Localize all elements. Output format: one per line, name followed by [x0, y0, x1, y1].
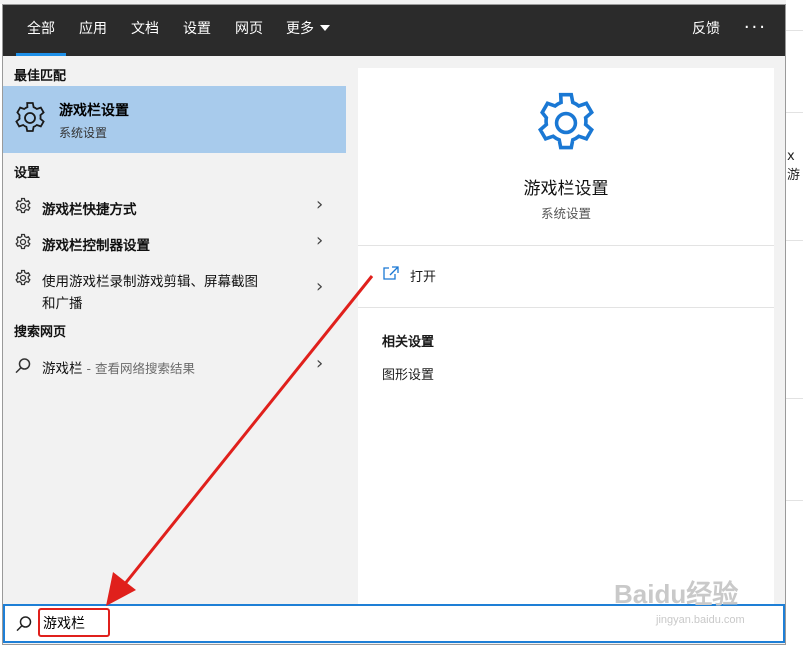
chevron-right-icon[interactable]: › — [316, 230, 323, 251]
tab-documents[interactable]: 文档 — [125, 5, 165, 56]
chevron-down-icon — [320, 25, 330, 31]
gear-icon — [14, 197, 32, 219]
tab-settings[interactable]: 设置 — [177, 5, 217, 56]
start-search-panel: 全部 应用 文档 设置 网页 更多 反馈 ··· 最佳匹配 游戏栏设置 系统设置… — [2, 4, 786, 645]
background-window — [786, 0, 803, 649]
feedback-button[interactable]: 反馈 — [686, 5, 726, 56]
gear-icon — [12, 100, 48, 140]
open-external-icon — [382, 266, 400, 285]
tab-more-label: 更多 — [286, 21, 314, 37]
chevron-right-icon[interactable]: › — [316, 353, 323, 374]
best-match-subtitle: 系统设置 — [59, 126, 108, 140]
settings-item-shortcuts[interactable]: 游戏栏快捷方式 › — [3, 194, 346, 224]
settings-item-controller[interactable]: 游戏栏控制器设置 › — [3, 230, 346, 260]
settings-heading: 设置 — [14, 166, 41, 181]
chevron-right-icon[interactable]: › — [316, 194, 323, 215]
tab-more[interactable]: 更多 — [283, 5, 333, 56]
gear-icon — [532, 89, 600, 161]
web-search-suffix: - 查看网络搜索结果 — [82, 361, 195, 376]
detail-subtitle: 系统设置 — [540, 206, 591, 221]
search-input[interactable] — [39, 611, 647, 635]
web-search-heading: 搜索网页 — [14, 325, 67, 340]
best-match-item[interactable]: 游戏栏设置 系统设置 — [3, 86, 346, 153]
best-match-title: 游戏栏设置 — [59, 103, 129, 119]
watermark-url: jingyan.baidu.com — [656, 614, 745, 626]
gear-icon — [14, 233, 32, 255]
open-button[interactable]: 打开 — [382, 265, 436, 285]
chevron-right-icon[interactable]: › — [316, 276, 323, 297]
gear-icon — [14, 269, 32, 291]
related-item-graphics-settings[interactable]: 图形设置 — [382, 364, 434, 383]
top-tab-bar: 全部 应用 文档 设置 网页 更多 反馈 ··· — [3, 5, 785, 56]
settings-item-record[interactable]: 使用游戏栏录制游戏剪辑、屏幕截图 和广播 › — [3, 264, 346, 312]
related-settings-heading: 相关设置 — [382, 335, 435, 350]
tab-all[interactable]: 全部 — [16, 5, 66, 56]
web-search-item[interactable]: 游戏栏 - 查看网络搜索结果 › — [3, 352, 346, 382]
search-icon — [14, 357, 32, 379]
tab-apps[interactable]: 应用 — [73, 5, 113, 56]
detail-pane: 游戏栏设置 系统设置 打开 相关设置 图形设置 — [358, 68, 774, 604]
watermark-logo: Baidu经验 — [614, 579, 739, 609]
divider — [358, 307, 774, 308]
settings-item-label: 游戏栏快捷方式 — [42, 202, 137, 218]
settings-item-label-line2: 和广播 — [42, 296, 83, 312]
settings-item-label-line1: 使用游戏栏录制游戏剪辑、屏幕截图 — [42, 274, 258, 290]
background-text-fragment: x游 — [787, 149, 801, 183]
best-match-heading: 最佳匹配 — [14, 69, 67, 84]
results-list: 最佳匹配 游戏栏设置 系统设置 设置 游戏栏快捷方式 › 游戏栏控制器设置 › … — [3, 56, 346, 604]
search-icon — [15, 615, 33, 637]
detail-title: 游戏栏设置 — [523, 179, 609, 199]
open-label: 打开 — [410, 270, 437, 285]
divider — [358, 245, 774, 246]
settings-item-label: 游戏栏控制器设置 — [42, 238, 150, 254]
web-search-term: 游戏栏 — [42, 361, 83, 377]
more-options-button[interactable]: ··· — [744, 5, 767, 56]
tab-web[interactable]: 网页 — [229, 5, 269, 56]
